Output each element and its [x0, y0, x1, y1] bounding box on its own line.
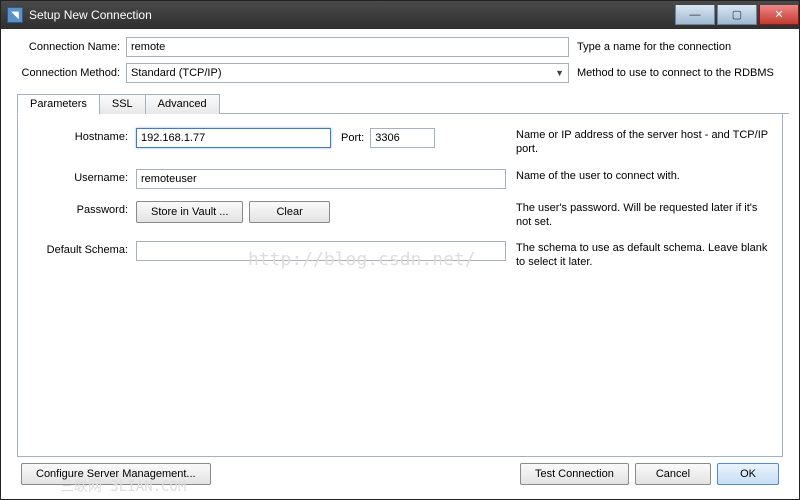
- app-icon: ◥: [7, 7, 23, 23]
- hostname-help: Name or IP address of the server host - …: [506, 128, 774, 157]
- dialog-content: Connection Name: Type a name for the con…: [1, 29, 799, 499]
- password-label: Password:: [26, 201, 136, 216]
- password-help: The user's password. Will be requested l…: [506, 201, 774, 230]
- ok-button[interactable]: OK: [717, 463, 779, 485]
- test-connection-button[interactable]: Test Connection: [520, 463, 629, 485]
- connection-method-help: Method to use to connect to the RDBMS: [569, 67, 789, 79]
- minimize-button[interactable]: —: [675, 5, 715, 25]
- window-title: Setup New Connection: [29, 8, 675, 22]
- connection-name-input[interactable]: [126, 37, 569, 57]
- close-button[interactable]: ✕: [759, 5, 799, 25]
- window-buttons: — ▢ ✕: [675, 5, 799, 25]
- tab-strip: Parameters SSL Advanced: [17, 93, 789, 114]
- cancel-button[interactable]: Cancel: [635, 463, 711, 485]
- default-schema-input[interactable]: [136, 241, 506, 261]
- connection-method-dropdown[interactable]: Standard (TCP/IP) ▼: [126, 63, 569, 83]
- tab-parameters[interactable]: Parameters: [17, 94, 100, 114]
- dialog-window: ◥ Setup New Connection — ▢ ✕ Connection …: [0, 0, 800, 500]
- maximize-button[interactable]: ▢: [717, 5, 757, 25]
- connection-method-value: Standard (TCP/IP): [131, 67, 221, 79]
- store-in-vault-button[interactable]: Store in Vault ...: [136, 201, 243, 223]
- configure-server-management-button[interactable]: Configure Server Management...: [21, 463, 211, 485]
- hostname-label: Hostname:: [26, 128, 136, 143]
- username-label: Username:: [26, 169, 136, 184]
- connection-method-label: Connection Method:: [11, 67, 126, 79]
- connection-name-label: Connection Name:: [11, 41, 126, 53]
- username-input[interactable]: [136, 169, 506, 189]
- port-input[interactable]: [370, 128, 435, 148]
- default-schema-label: Default Schema:: [26, 241, 136, 256]
- tab-ssl[interactable]: SSL: [99, 94, 146, 114]
- port-label: Port:: [341, 132, 364, 144]
- tab-advanced[interactable]: Advanced: [145, 94, 220, 114]
- connection-name-help: Type a name for the connection: [569, 41, 789, 53]
- clear-password-button[interactable]: Clear: [249, 201, 329, 223]
- hostname-input[interactable]: [136, 128, 331, 148]
- chevron-down-icon: ▼: [555, 68, 564, 78]
- username-help: Name of the user to connect with.: [506, 169, 774, 183]
- tab-panel-parameters: Hostname: Port: Name or IP address of th…: [17, 114, 783, 457]
- default-schema-help: The schema to use as default schema. Lea…: [506, 241, 774, 270]
- dialog-footer: Configure Server Management... Test Conn…: [11, 457, 789, 493]
- titlebar[interactable]: ◥ Setup New Connection — ▢ ✕: [1, 1, 799, 29]
